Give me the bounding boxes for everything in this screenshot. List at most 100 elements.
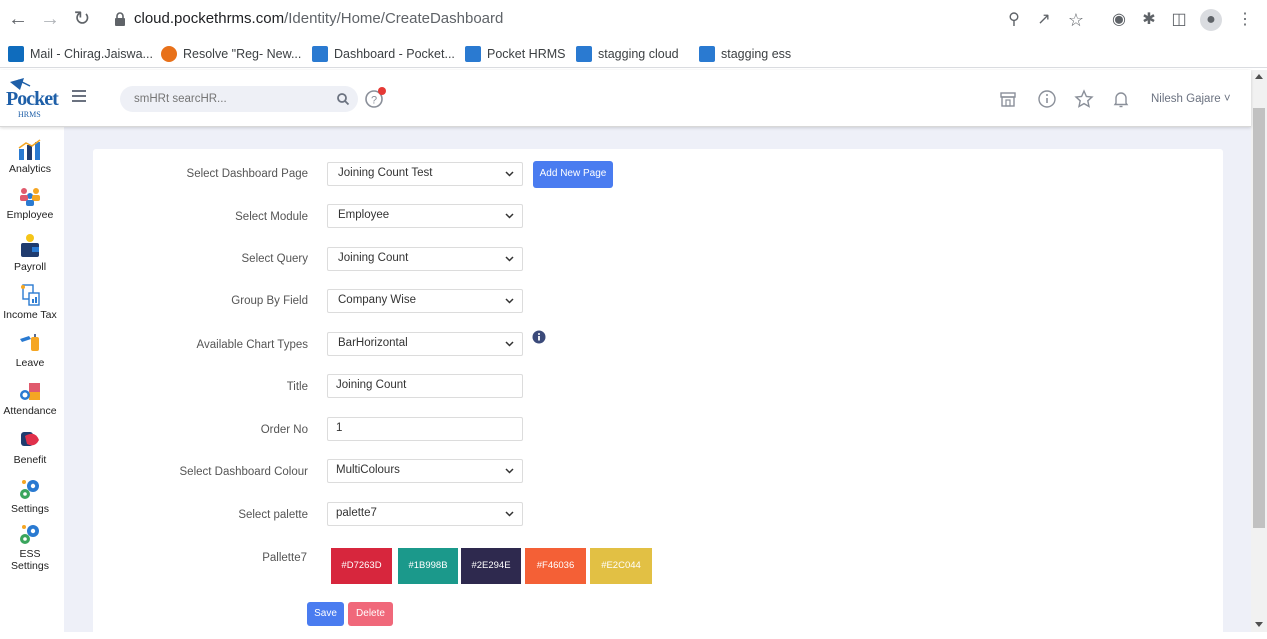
- sidebar-item-benefit[interactable]: Benefit: [0, 428, 60, 466]
- bell-icon[interactable]: [1111, 89, 1131, 109]
- browser-chrome: ← → ↻ cloud.pockethrms.com/Identity/Home…: [0, 0, 1267, 70]
- chevron-down-icon: [505, 341, 514, 347]
- pocket-icon: [699, 46, 715, 62]
- chart-type-select[interactable]: BarHorizontal: [327, 332, 523, 356]
- bookmark-mail[interactable]: Mail - Chirag.Jaiswa...: [8, 44, 153, 64]
- chevron-down-icon: [505, 468, 514, 474]
- ess-settings-icon: [20, 525, 39, 544]
- sidebar-item-employee[interactable]: Employee: [0, 185, 60, 221]
- bookmark-resolve[interactable]: Resolve "Reg- New...: [161, 44, 301, 64]
- swatch-2e294e: #2E294E: [461, 548, 521, 584]
- attendance-icon: [20, 383, 40, 400]
- swatch-1b998b: #1B998B: [398, 548, 458, 584]
- scroll-up-icon[interactable]: [1255, 74, 1263, 79]
- address-bar-row: ← → ↻ cloud.pockethrms.com/Identity/Home…: [0, 0, 1267, 40]
- sidebar-item-analytics[interactable]: Analytics: [0, 139, 60, 175]
- title-label: Title: [286, 381, 308, 393]
- pocket-hrms-logo[interactable]: Pocket HRMS: [4, 76, 59, 120]
- store-icon[interactable]: [998, 89, 1018, 109]
- sidebar-item-leave[interactable]: Leave: [0, 331, 60, 369]
- pocket-icon: [576, 46, 592, 62]
- leave-icon: [20, 334, 39, 351]
- chart-type-info-icon[interactable]: [532, 330, 546, 344]
- dashboard-colour-select[interactable]: MultiColours: [327, 459, 523, 483]
- profile-icon[interactable]: ●: [1200, 9, 1222, 31]
- zoom-icon[interactable]: ⚲: [1004, 10, 1024, 30]
- scrollbar-thumb[interactable]: [1253, 108, 1265, 528]
- bookmark-pocket-hrms[interactable]: Pocket HRMS: [465, 44, 566, 64]
- order-no-input[interactable]: 1: [327, 417, 523, 441]
- bookmark-stagging-ess[interactable]: stagging ess: [699, 44, 791, 64]
- lock-icon: [115, 12, 125, 26]
- outlook-icon: [8, 46, 24, 62]
- dashboard-page-select[interactable]: Joining Count Test: [327, 162, 523, 186]
- reload-icon[interactable]: ↻: [70, 7, 94, 31]
- hamburger-menu-icon[interactable]: [72, 90, 86, 102]
- help-icon[interactable]: ?: [364, 86, 390, 110]
- employee-icon: [20, 188, 40, 206]
- info-icon[interactable]: [1037, 89, 1057, 109]
- logo-text: Pocket: [6, 88, 59, 110]
- menu-dots-icon[interactable]: ⋮: [1234, 9, 1256, 31]
- omnibox[interactable]: cloud.pockethrms.com/Identity/Home/Creat…: [104, 4, 1094, 36]
- camera-icon[interactable]: ◉: [1108, 9, 1130, 31]
- bookmarks-bar: Mail - Chirag.Jaiswa... Resolve "Reg- Ne…: [0, 40, 1267, 68]
- sidebar-item-settings[interactable]: Settings: [0, 477, 60, 515]
- page-scrollbar[interactable]: [1251, 70, 1267, 632]
- scroll-down-icon[interactable]: [1255, 622, 1263, 627]
- chevron-down-icon: [505, 256, 514, 262]
- save-button[interactable]: Save: [307, 602, 344, 626]
- group-by-label: Group By Field: [231, 295, 308, 307]
- module-select[interactable]: Employee: [327, 204, 523, 228]
- sidebar-item-payroll[interactable]: Payroll: [0, 233, 60, 273]
- dashboard-page-label: Select Dashboard Page: [186, 168, 308, 180]
- bookmark-star-icon[interactable]: ☆: [1066, 10, 1086, 30]
- delete-button[interactable]: Delete: [348, 602, 393, 626]
- payroll-icon: [21, 234, 39, 257]
- pocket-icon: [465, 46, 481, 62]
- swatch-d7263d: #D7263D: [331, 548, 392, 584]
- app-header: Pocket HRMS ? Nilesh Gajare ˅: [0, 70, 1251, 127]
- user-menu[interactable]: Nilesh Gajare ˅: [1151, 93, 1231, 105]
- order-no-label: Order No: [260, 424, 308, 436]
- group-by-select[interactable]: Company Wise: [327, 289, 523, 313]
- sidebar-item-ess-settings[interactable]: ESS Settings: [0, 522, 60, 572]
- chevron-down-icon: [505, 511, 514, 517]
- settings-icon: [20, 480, 39, 499]
- analytics-icon: [18, 139, 41, 160]
- benefit-icon: [21, 432, 39, 446]
- palette-label: Select palette: [238, 509, 308, 521]
- bookmark-dashboard[interactable]: Dashboard - Pocket...: [312, 44, 455, 64]
- chart-type-label: Available Chart Types: [196, 339, 308, 351]
- back-icon[interactable]: ←: [6, 7, 30, 31]
- sidebar-item-attendance[interactable]: Attendance: [0, 381, 60, 417]
- swatch-f46036: #F46036: [525, 548, 586, 584]
- dashboard-colour-label: Select Dashboard Colour: [179, 466, 309, 478]
- sidebar-item-income-tax[interactable]: Income Tax: [0, 283, 60, 321]
- search-input[interactable]: [120, 86, 358, 112]
- bookmark-stagging-cloud[interactable]: stagging cloud: [576, 44, 679, 64]
- chevron-down-icon: [505, 298, 514, 304]
- chevron-down-icon: [505, 213, 514, 219]
- logo-subtext: HRMS: [18, 110, 41, 119]
- swatch-e2c044: #E2C044: [590, 548, 652, 584]
- title-input[interactable]: Joining Count: [327, 374, 523, 398]
- resolve-icon: [161, 46, 177, 62]
- module-label: Select Module: [235, 211, 308, 223]
- query-label: Select Query: [241, 253, 308, 265]
- add-new-page-button[interactable]: Add New Page: [533, 161, 613, 188]
- palette-name-label: Pallette7: [262, 552, 307, 564]
- extensions-icon[interactable]: ✱: [1138, 9, 1160, 31]
- favorite-star-icon[interactable]: [1074, 89, 1094, 109]
- url-text: cloud.pockethrms.com/Identity/Home/Creat…: [134, 10, 504, 27]
- sidebar: Analytics Employee Payroll Income Tax Le…: [0, 127, 64, 632]
- search-icon[interactable]: [336, 92, 350, 106]
- side-panel-icon[interactable]: ◫: [1168, 9, 1190, 31]
- svg-text:?: ?: [371, 95, 377, 107]
- palette-select[interactable]: palette7: [327, 502, 523, 526]
- query-select[interactable]: Joining Count: [327, 247, 523, 271]
- share-icon[interactable]: ↗: [1034, 10, 1054, 30]
- forward-icon[interactable]: →: [38, 7, 62, 31]
- pocket-icon: [312, 46, 328, 62]
- income-tax-icon: [21, 284, 40, 306]
